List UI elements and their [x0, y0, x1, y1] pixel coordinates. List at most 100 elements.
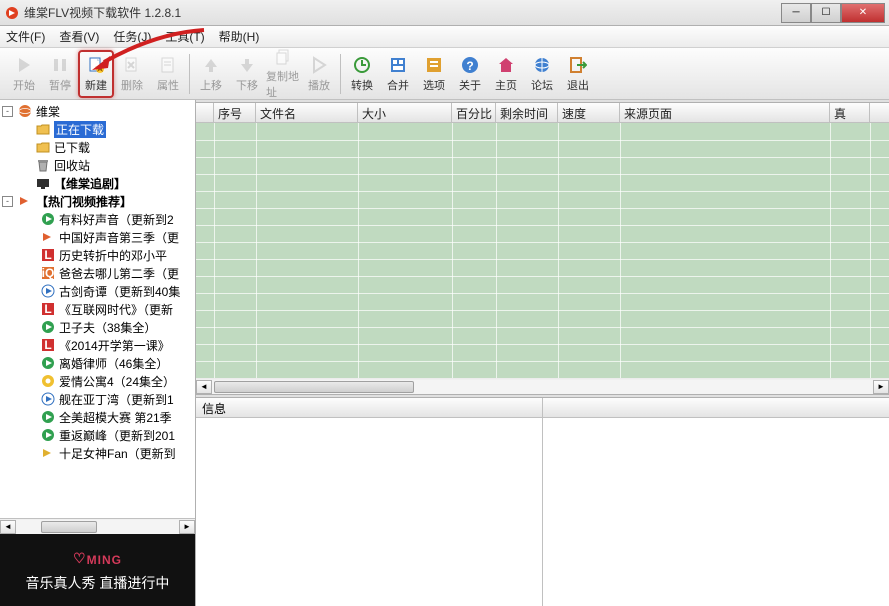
- tree-item[interactable]: 【维棠追剧】: [0, 174, 195, 192]
- le-icon: L: [40, 302, 56, 316]
- tree-item[interactable]: 古剑奇谭（更新到40集: [0, 282, 195, 300]
- toolbar-new-button[interactable]: ★新建: [78, 50, 114, 98]
- tree-item[interactable]: 正在下载: [0, 120, 195, 138]
- tree-item[interactable]: 有料好声音（更新到2: [0, 210, 195, 228]
- menu-工具(T)[interactable]: 工具(T): [165, 28, 204, 45]
- tree-item[interactable]: -【热门视频推荐】: [0, 192, 195, 210]
- tree-label: 古剑奇谭（更新到40集: [59, 283, 180, 300]
- toolbar-start-button: 开始: [6, 50, 42, 98]
- scroll-thumb[interactable]: [41, 521, 97, 533]
- play-icon: [40, 320, 56, 334]
- main-area: -维棠正在下载已下载回收站【维棠追剧】-【热门视频推荐】有料好声音（更新到2中国…: [0, 100, 889, 606]
- toolbar-options-button[interactable]: 选项: [416, 50, 452, 98]
- toolbar-about-button[interactable]: ?关于: [452, 50, 488, 98]
- tree-item[interactable]: 回收站: [0, 156, 195, 174]
- play-icon: [40, 356, 56, 370]
- tree-label: 《互联网时代》（更新: [59, 301, 173, 318]
- column-header[interactable]: 大小: [358, 103, 452, 122]
- menu-文件(F)[interactable]: 文件(F): [6, 28, 45, 45]
- arrow-r-icon: [40, 230, 56, 244]
- tree-label: 历史转折中的邓小平: [59, 247, 167, 264]
- scroll-right-icon[interactable]: ►: [179, 520, 195, 534]
- tree-item[interactable]: L《2014开学第一课》: [0, 336, 195, 354]
- column-header[interactable]: 文件名: [256, 103, 358, 122]
- toolbar-merge-button[interactable]: 合并: [380, 50, 416, 98]
- close-button[interactable]: ✕: [841, 3, 885, 23]
- play-outline-icon: [309, 55, 329, 75]
- ad-banner[interactable]: ♡MING 音乐真人秀 直播进行中: [0, 534, 195, 606]
- toolbar-exit-button[interactable]: 退出: [560, 50, 596, 98]
- tree-item[interactable]: L 历史转折中的邓小平: [0, 246, 195, 264]
- column-header[interactable]: 真: [830, 103, 870, 122]
- toolbar-movedown-button: 下移: [229, 50, 265, 98]
- info-header: 信息: [196, 398, 542, 418]
- scroll-left-icon[interactable]: ◄: [0, 520, 16, 534]
- toolbar-label: 论坛: [531, 77, 553, 93]
- maximize-button[interactable]: ☐: [811, 3, 841, 23]
- tree-item[interactable]: 十足女神Fan（更新到: [0, 444, 195, 462]
- column-header[interactable]: 速度: [558, 103, 620, 122]
- info-body-right: [543, 418, 889, 606]
- scroll-thumb[interactable]: [214, 381, 414, 393]
- tree-label: 卫子夫（38集全）: [59, 319, 156, 336]
- menu-帮助(H)[interactable]: 帮助(H): [219, 28, 260, 45]
- tree-label: 【维棠追剧】: [54, 175, 126, 192]
- table-hscrollbar[interactable]: ◄ ►: [196, 378, 889, 394]
- window-title: 维棠FLV视频下载软件 1.2.8.1: [24, 4, 781, 21]
- svg-text:L: L: [44, 248, 51, 262]
- toolbar-moveup-button: 上移: [193, 50, 229, 98]
- tree-label: 已下载: [54, 139, 90, 156]
- play-green-icon: [14, 55, 34, 75]
- toolbar-convert-button[interactable]: 转换: [344, 50, 380, 98]
- titlebar: 维棠FLV视频下载软件 1.2.8.1 ─ ☐ ✕: [0, 0, 889, 26]
- column-header[interactable]: 剩余时间: [496, 103, 558, 122]
- tree-item[interactable]: 卫子夫（38集全）: [0, 318, 195, 336]
- column-header[interactable]: 百分比: [452, 103, 496, 122]
- nav-tree[interactable]: -维棠正在下载已下载回收站【维棠追剧】-【热门视频推荐】有料好声音（更新到2中国…: [0, 100, 195, 518]
- tree-item[interactable]: L《互联网时代》（更新: [0, 300, 195, 318]
- tree-item[interactable]: 爱情公寓4（24集全）: [0, 372, 195, 390]
- menubar: 文件(F) 查看(V) 任务(J) 工具(T) 帮助(H): [0, 26, 889, 48]
- expand-toggle-icon[interactable]: -: [2, 196, 13, 207]
- file-x-icon: [122, 55, 142, 75]
- table-header[interactable]: 序号文件名大小百分比剩余时间速度来源页面真: [196, 103, 889, 123]
- tree-item[interactable]: -维棠: [0, 102, 195, 120]
- scroll-left-icon[interactable]: ◄: [196, 380, 212, 394]
- arrow-up-icon: [201, 55, 221, 75]
- sidebar-hscrollbar[interactable]: ◄ ►: [0, 518, 195, 534]
- toolbar-label: 关于: [459, 77, 481, 93]
- merge-icon: [388, 55, 408, 75]
- tree-item[interactable]: 中国好声音第三季（更: [0, 228, 195, 246]
- table-body[interactable]: [196, 123, 889, 378]
- convert-icon: [352, 55, 372, 75]
- svg-text:L: L: [44, 338, 51, 352]
- arrow-y-icon: [40, 446, 56, 460]
- play-icon: [40, 428, 56, 442]
- toolbar-label: 选项: [423, 77, 445, 93]
- banner-tagline: 音乐真人秀 直播进行中: [26, 573, 170, 593]
- tree-label: 舰在亚丁湾（更新到1: [59, 391, 174, 408]
- menu-查看(V)[interactable]: 查看(V): [59, 28, 99, 45]
- toolbar-label: 新建: [85, 77, 107, 93]
- tree-item[interactable]: 已下载: [0, 138, 195, 156]
- tree-item[interactable]: 全美超模大赛 第21季: [0, 408, 195, 426]
- scroll-right-icon[interactable]: ►: [873, 380, 889, 394]
- tree-item[interactable]: 重返巅峰（更新到201: [0, 426, 195, 444]
- tree-item[interactable]: 舰在亚丁湾（更新到1: [0, 390, 195, 408]
- toolbar-home-button[interactable]: 主页: [488, 50, 524, 98]
- column-header[interactable]: 序号: [214, 103, 256, 122]
- column-header[interactable]: 来源页面: [620, 103, 830, 122]
- info-panel-right: [543, 398, 889, 606]
- tree-item[interactable]: iQ爸爸去哪儿第二季（更: [0, 264, 195, 282]
- expand-toggle-icon[interactable]: -: [2, 106, 13, 117]
- minimize-button[interactable]: ─: [781, 3, 811, 23]
- pages-icon: [273, 48, 293, 66]
- tree-label: 离婚律师（46集全）: [59, 355, 168, 372]
- toolbar-label: 播放: [308, 77, 330, 93]
- forum-icon: [532, 55, 552, 75]
- info-body-left: [196, 418, 542, 606]
- menu-任务(J)[interactable]: 任务(J): [113, 28, 151, 45]
- toolbar-forum-button[interactable]: 论坛: [524, 50, 560, 98]
- column-header[interactable]: [196, 103, 214, 122]
- tree-item[interactable]: 离婚律师（46集全）: [0, 354, 195, 372]
